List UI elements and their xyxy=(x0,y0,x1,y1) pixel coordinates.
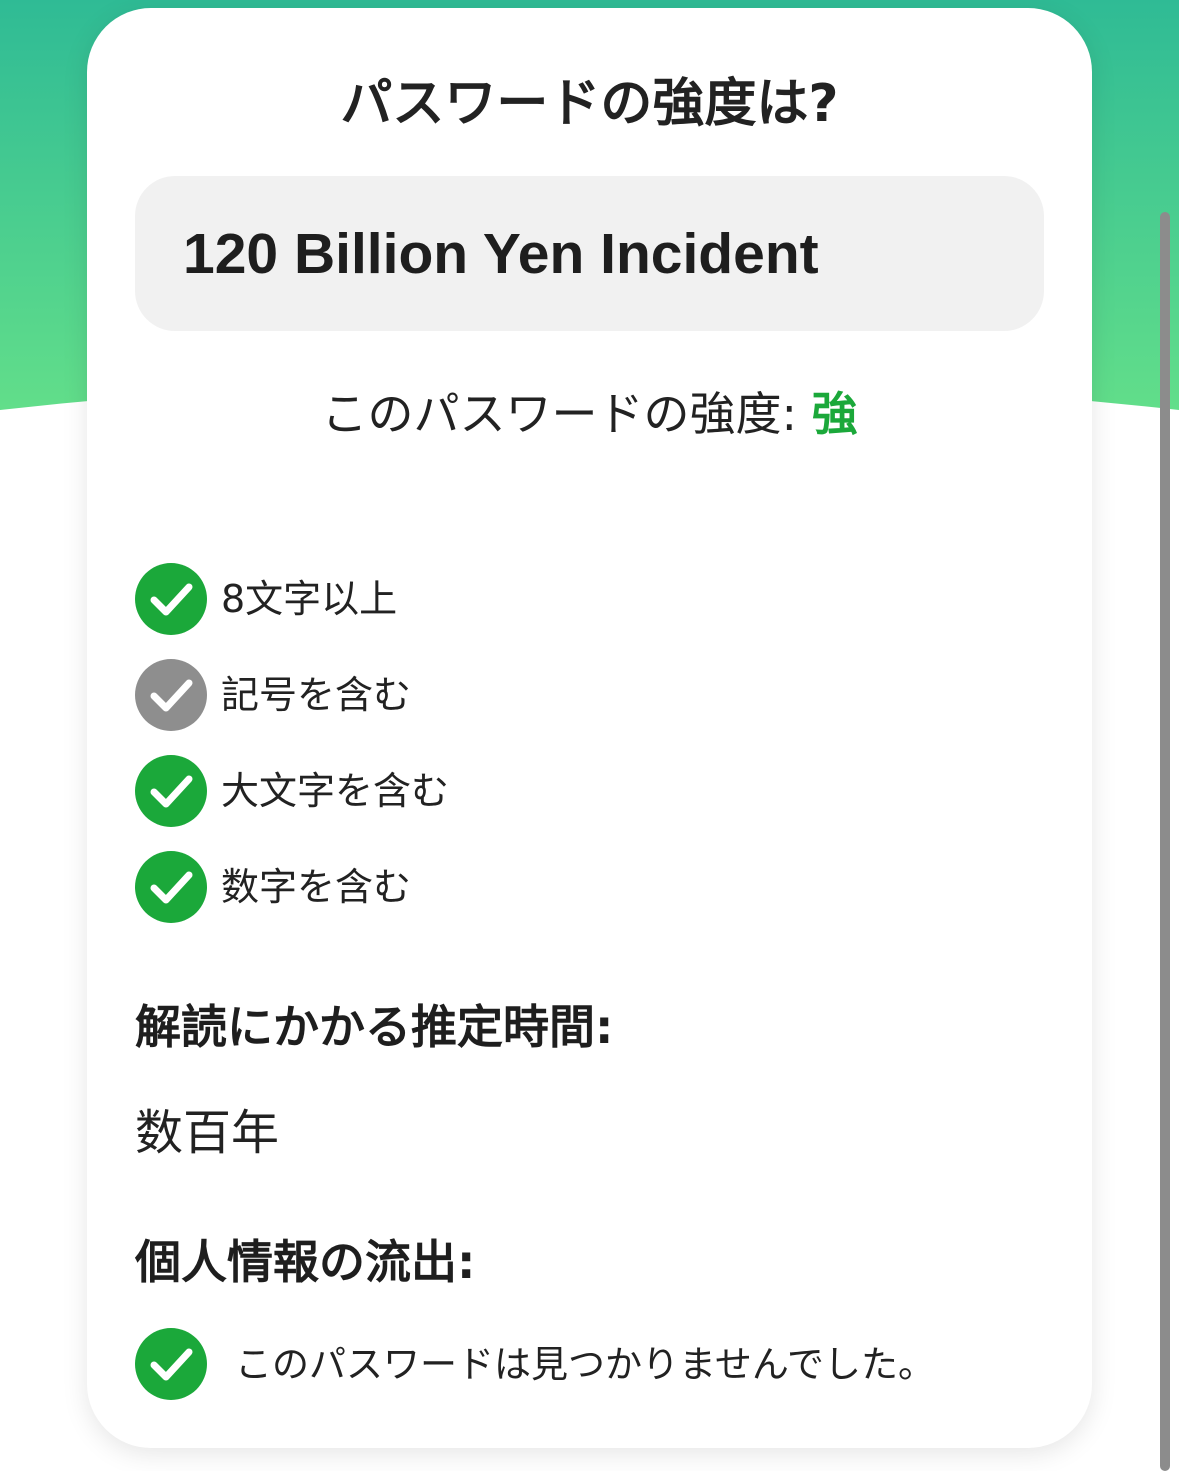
check-circle-icon xyxy=(135,755,207,827)
breach-heading: 個人情報の流出: xyxy=(135,1235,476,1289)
breach-message: このパスワードは見つかりませんでした。 xyxy=(235,1343,936,1386)
strength-value: 強 xyxy=(811,387,858,441)
password-strength-card: パスワードの強度は? 120 Billion Yen Incident このパス… xyxy=(87,8,1092,1448)
check-circle-icon xyxy=(135,851,207,923)
breach-result: このパスワードは見つかりませんでした。 xyxy=(135,1328,1035,1400)
check-circle-icon xyxy=(135,563,207,635)
scrollbar[interactable] xyxy=(1160,212,1170,1471)
page-title: パスワードの強度は? xyxy=(340,74,839,134)
criteria-label: 数字を含む xyxy=(221,865,412,909)
check-circle-icon xyxy=(135,659,207,731)
password-display-field[interactable]: 120 Billion Yen Incident xyxy=(135,176,1044,331)
criteria-label: 大文字を含む xyxy=(221,769,450,813)
strength-summary: このパスワードの強度: 強 xyxy=(87,385,1092,443)
crack-time-value: 数百年 xyxy=(135,1105,280,1161)
crack-time-heading: 解読にかかる推定時間: xyxy=(135,1000,614,1054)
strength-label: このパスワードの強度: xyxy=(321,387,812,441)
password-value: 120 Billion Yen Incident xyxy=(183,222,819,286)
criteria-label: 記号を含む xyxy=(221,673,412,717)
criteria-label: 8文字以上 xyxy=(221,577,398,621)
check-circle-icon xyxy=(135,1328,207,1400)
